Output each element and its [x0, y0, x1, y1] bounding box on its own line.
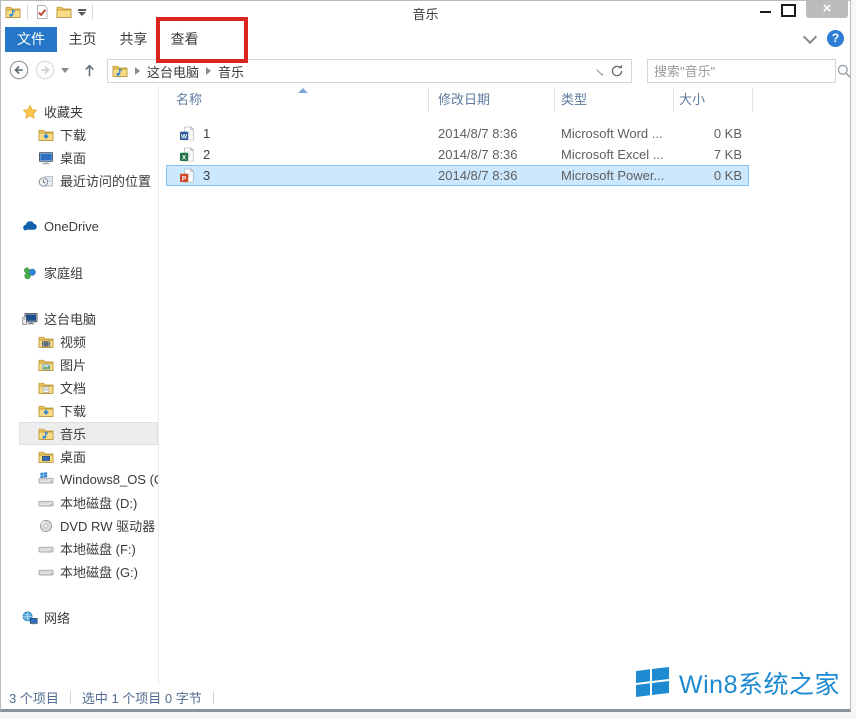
this-pc-icon: [22, 311, 38, 327]
sidebar-item-drive-f[interactable]: 本地磁盘 (F:): [19, 537, 158, 560]
sidebar-item-dvd-e[interactable]: DVD RW 驱动器 (E:: [19, 514, 158, 537]
column-separator[interactable]: [673, 88, 674, 112]
sidebar-item-documents[interactable]: 文档: [19, 376, 158, 399]
file-row-2[interactable]: 2 2014/8/7 8:36 Microsoft Excel ... 7 KB: [166, 144, 749, 165]
dvd-drive-icon: [38, 518, 54, 534]
title-bar: 音乐 ×: [1, 1, 850, 23]
view-tab-red-highlight: [156, 17, 248, 63]
column-header-name[interactable]: 名称: [176, 86, 202, 112]
sidebar-item-homegroup[interactable]: 家庭组: [19, 261, 158, 284]
refresh-icon: [609, 63, 625, 79]
sidebar-item-music[interactable]: 音乐: [19, 422, 158, 445]
folder-video-icon: [38, 334, 54, 350]
search-box[interactable]: [647, 59, 836, 83]
powerpoint-file-icon: [179, 168, 195, 184]
homegroup-icon: [22, 265, 38, 281]
address-bar-row: 这台电脑 音乐: [1, 54, 850, 87]
breadcrumb-music[interactable]: 音乐: [218, 62, 244, 81]
folder-download-icon: [38, 403, 54, 419]
network-icon: [22, 610, 38, 626]
watermark: Win8系统之家: [633, 663, 842, 703]
sidebar-item-this-pc[interactable]: 这台电脑: [19, 307, 158, 330]
folder-picture-icon: [38, 357, 54, 373]
up-one-level-icon[interactable]: [81, 62, 98, 79]
search-input[interactable]: [648, 64, 836, 79]
watermark-text: Win8系统之家: [679, 665, 840, 701]
sidebar-item-downloads[interactable]: 下载: [19, 399, 158, 422]
sidebar-item-favorites-downloads[interactable]: 下载: [19, 123, 158, 146]
explorer-window: 音乐 × 文件 主页 共享 查看 ? 这台电脑 音乐: [0, 0, 851, 712]
refresh-button[interactable]: [603, 59, 632, 83]
sidebar-item-pictures[interactable]: 图片: [19, 353, 158, 376]
ribbon-tab-row: 文件 主页 共享 查看 ?: [1, 23, 850, 55]
column-header-type[interactable]: 类型: [561, 86, 587, 112]
recent-places-icon: [38, 173, 54, 189]
tab-home[interactable]: 主页: [57, 27, 108, 52]
location-folder-icon: [112, 63, 128, 79]
search-icon[interactable]: [836, 63, 852, 79]
back-button-icon[interactable]: [9, 60, 29, 80]
star-icon: [22, 104, 38, 120]
sidebar-item-videos[interactable]: 视频: [19, 330, 158, 353]
tab-share[interactable]: 共享: [108, 27, 159, 52]
tab-file[interactable]: 文件: [5, 27, 57, 52]
help-icon[interactable]: ?: [827, 30, 844, 47]
folder-music-icon: [38, 426, 54, 442]
recent-locations-dropdown-icon[interactable]: [61, 68, 69, 73]
expand-ribbon-icon[interactable]: [803, 29, 817, 43]
sidebar-item-onedrive[interactable]: OneDrive: [19, 215, 158, 238]
folder-desktop-icon: [38, 449, 54, 465]
column-header-date[interactable]: 修改日期: [438, 86, 490, 112]
sidebar-item-drive-c[interactable]: Windows8_OS (C:): [19, 468, 158, 491]
breadcrumb-this-pc[interactable]: 这台电脑: [147, 62, 199, 81]
column-headers: 名称 修改日期 类型 大小: [166, 86, 846, 112]
monitor-icon: [38, 150, 54, 166]
breadcrumb-chevron-icon[interactable]: [206, 67, 211, 75]
column-separator[interactable]: [428, 88, 429, 112]
breadcrumb-chevron-icon[interactable]: [135, 67, 140, 75]
sidebar-item-recent-places[interactable]: 最近访问的位置: [19, 169, 158, 192]
folder-download-icon: [38, 127, 54, 143]
folder-document-icon: [38, 380, 54, 396]
column-separator[interactable]: [752, 88, 753, 112]
status-item-count: 3 个项目: [9, 688, 59, 707]
drive-icon: [38, 495, 54, 511]
file-list-pane: 名称 修改日期 类型 大小 1 2014/8/7 8:36 Microsoft …: [166, 86, 846, 685]
main-area: 收藏夹 下载 桌面 最近访问的位置 OneDrive 家庭组 这台电脑 视频 图…: [1, 86, 850, 685]
column-header-size[interactable]: 大小: [679, 86, 705, 112]
close-button[interactable]: ×: [806, 1, 848, 18]
sidebar-item-favorites[interactable]: 收藏夹: [19, 100, 158, 123]
column-separator[interactable]: [554, 88, 555, 112]
window-title: 音乐: [1, 4, 850, 23]
drive-icon: [38, 541, 54, 557]
status-divider: [70, 691, 71, 704]
sidebar-item-network[interactable]: 网络: [19, 606, 158, 629]
sidebar-item-drive-d[interactable]: 本地磁盘 (D:): [19, 491, 158, 514]
navigation-pane: 收藏夹 下载 桌面 最近访问的位置 OneDrive 家庭组 这台电脑 视频 图…: [1, 86, 158, 685]
pane-divider[interactable]: [158, 86, 159, 685]
onedrive-cloud-icon: [22, 219, 38, 235]
sidebar-item-favorites-desktop[interactable]: 桌面: [19, 146, 158, 169]
sidebar-item-drive-g[interactable]: 本地磁盘 (G:): [19, 560, 158, 583]
sidebar-item-desktop[interactable]: 桌面: [19, 445, 158, 468]
drive-windows-icon: [38, 472, 54, 488]
minimize-button[interactable]: [760, 11, 771, 13]
forward-button-icon[interactable]: [35, 60, 55, 80]
file-row-3-selected[interactable]: 3 2014/8/7 8:36 Microsoft Power... 0 KB: [166, 165, 749, 186]
word-file-icon: [179, 126, 195, 142]
windows-logo-icon: [635, 667, 671, 699]
screenshot: 音乐 × 文件 主页 共享 查看 ? 这台电脑 音乐: [0, 0, 856, 719]
drive-icon: [38, 564, 54, 580]
status-selection: 选中 1 个项目 0 字节: [82, 688, 202, 707]
sort-ascending-icon: [298, 88, 308, 93]
excel-file-icon: [179, 147, 195, 163]
maximize-button[interactable]: [781, 4, 796, 17]
window-controls: ×: [760, 1, 848, 18]
file-row-1[interactable]: 1 2014/8/7 8:36 Microsoft Word ... 0 KB: [166, 123, 749, 144]
status-divider: [213, 691, 214, 704]
